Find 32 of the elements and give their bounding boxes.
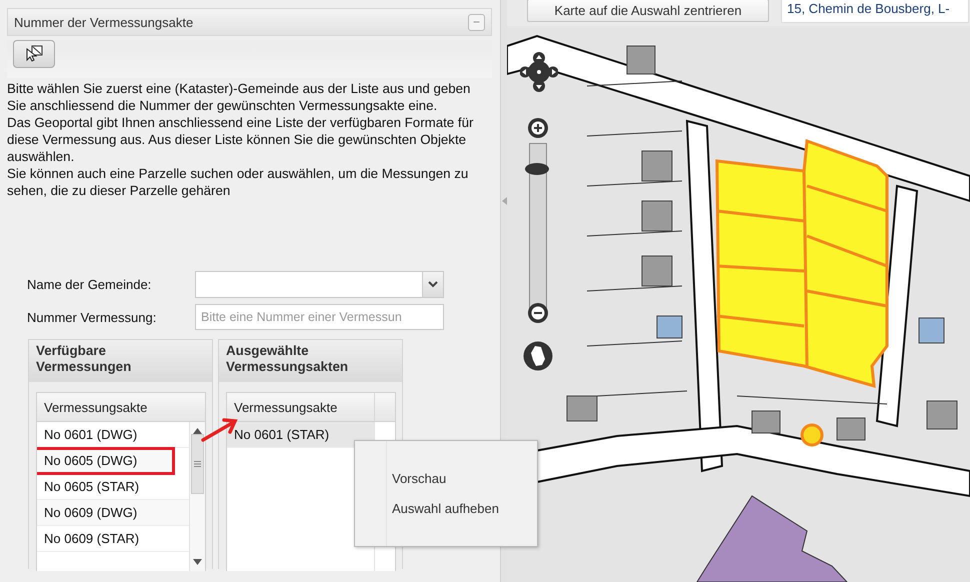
column-header[interactable]: Vermessungsakte bbox=[37, 393, 205, 422]
grid-row[interactable]: No 0601 (STAR) bbox=[227, 422, 374, 448]
pan-control-icon[interactable] bbox=[520, 52, 558, 92]
country-outline-icon[interactable] bbox=[523, 341, 553, 371]
center-map-button[interactable]: Karte auf die Auswahl zentrieren bbox=[527, 0, 769, 22]
zoom-in-icon[interactable] bbox=[527, 117, 549, 139]
column-title: Vermessungsakte bbox=[234, 400, 338, 414]
select-tool-button[interactable] bbox=[13, 40, 55, 68]
grid-row[interactable]: No 0609 (DWG) bbox=[37, 500, 189, 526]
column-header[interactable]: Vermessungsakte bbox=[227, 393, 395, 422]
pointer-select-icon bbox=[24, 45, 44, 63]
menu-item[interactable]: Vorschau bbox=[355, 468, 537, 488]
field-label: Name der Gemeinde: bbox=[27, 277, 152, 292]
instruction-paragraph: Sie können auch eine Parzelle suchen oder auswählen, um die Messungen zu sehen, die zu dieser Parzelle gehären bbox=[7, 165, 470, 199]
scroll-down-icon[interactable] bbox=[193, 559, 202, 565]
zoom-slider-handle[interactable] bbox=[525, 162, 549, 175]
column-title: Vermessungsakte bbox=[44, 400, 148, 414]
menu-item[interactable]: Auswahl aufheben bbox=[355, 498, 537, 518]
scrollbar[interactable] bbox=[189, 422, 205, 571]
grid-row[interactable]: No 0605 (DWG) bbox=[37, 448, 174, 474]
number-input-field[interactable]: Bitte eine Nummer einer Vermessun bbox=[195, 304, 444, 330]
grip-icon bbox=[194, 461, 201, 467]
location-marker bbox=[800, 424, 824, 446]
address-field[interactable]: 15, Chemin de Bousberg, L- bbox=[781, 0, 969, 23]
instruction-paragraph: Bitte wählen Sie zuerst eine (Kataster)-Gemeinde aus der Liste aus und geben Sie anschliessend die Nummer der gewünschten Vermessungsakte eine. bbox=[7, 80, 472, 114]
grid-row[interactable]: No 0605 (STAR) bbox=[37, 474, 189, 500]
instruction-paragraph: Das Geoportal gibt Ihnen anschliessend eine Liste der verfügbaren Formate für diese Vermessung aus. Aus dieser Liste können Sie die gewünschten Objekte auswählen. bbox=[7, 114, 474, 165]
zoom-out-icon[interactable] bbox=[527, 302, 549, 324]
chevron-down-icon bbox=[428, 281, 438, 288]
panel-title: Nummer der Vermessungsakte bbox=[14, 14, 194, 30]
field-label: Nummer Vermessung: bbox=[27, 310, 158, 324]
scrollbar-thumb[interactable] bbox=[191, 434, 204, 494]
